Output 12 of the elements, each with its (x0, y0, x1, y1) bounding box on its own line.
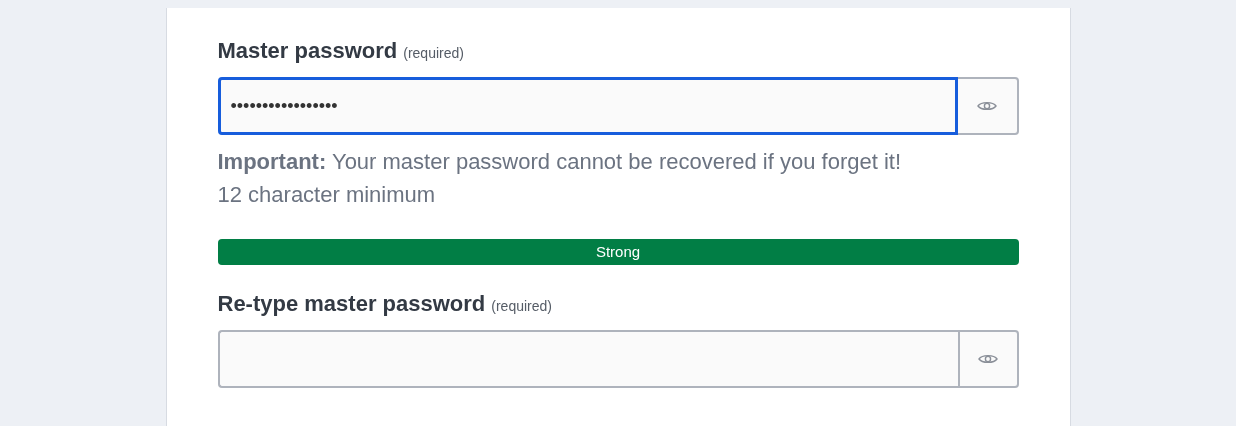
hint-text: Important: Your master password cannot be recovered if you forget it! 12 character minimum (217, 148, 903, 209)
password-field[interactable]: ••••••••••••••••• (217, 77, 958, 135)
strength-label: Strong (595, 241, 641, 262)
required-note: (required) (403, 44, 464, 63)
eye-icon (977, 100, 997, 112)
field-label: Master password (217, 37, 398, 65)
show-password-button[interactable] (957, 330, 1019, 388)
show-password-button[interactable] (957, 77, 1019, 135)
eye-icon (978, 353, 998, 365)
password-field[interactable] (217, 330, 958, 388)
required-note: (required) (491, 297, 552, 316)
field-label: Re-type master password (217, 290, 486, 318)
